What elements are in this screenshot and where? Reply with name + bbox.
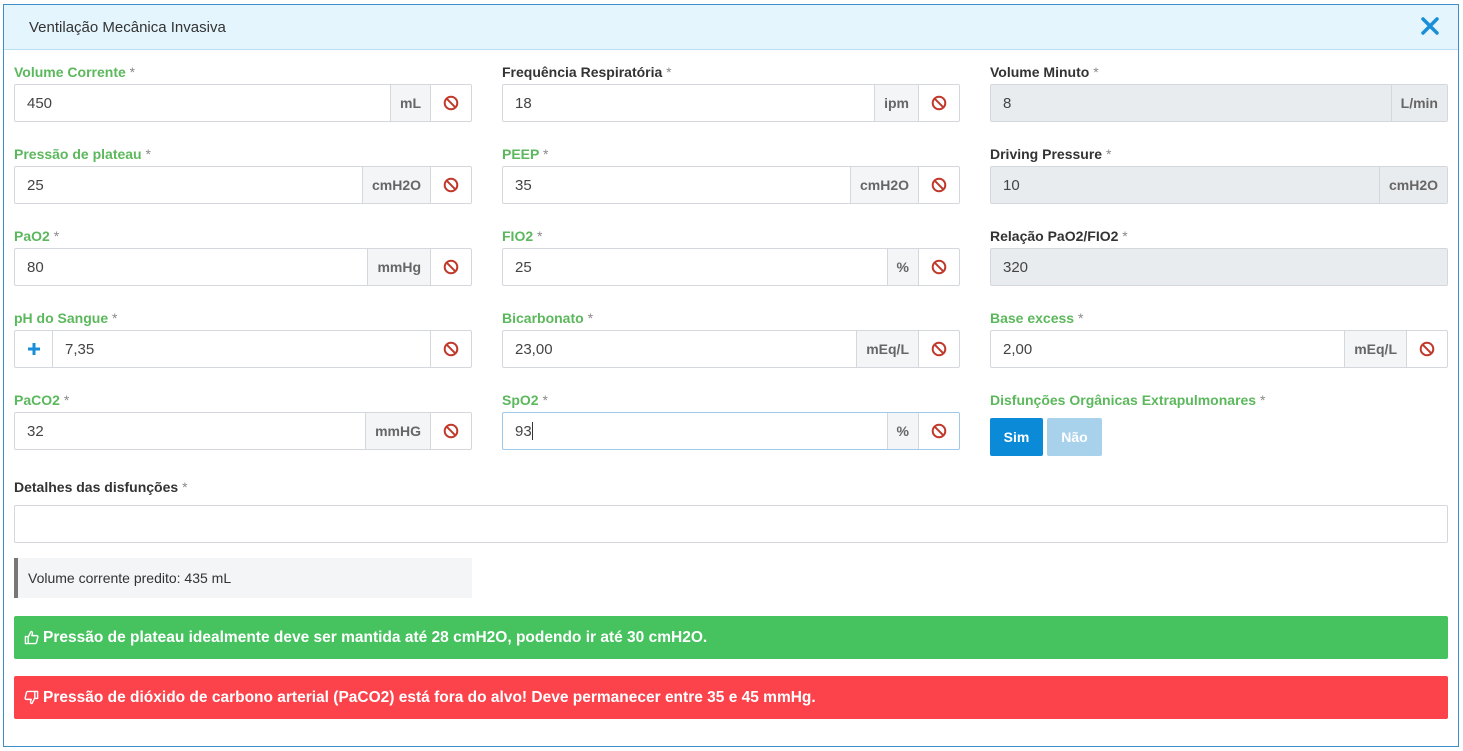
spo2-input[interactable]: 93 <box>515 423 532 440</box>
clear-spo2-button[interactable] <box>918 413 959 449</box>
ban-icon <box>1419 341 1435 357</box>
field-peep: PEEP * 35 cmH2O <box>502 146 960 206</box>
nao-button[interactable]: Não <box>1047 418 1102 456</box>
alert-success: Pressão de plateau idealmente deve ser m… <box>14 616 1448 659</box>
unit-cmh2o: cmH2O <box>849 167 918 203</box>
ph-input[interactable]: 7,35 <box>53 331 430 367</box>
volume-minuto-input: 8 <box>1003 94 1012 112</box>
label-driving-pressure: Driving Pressure <box>990 146 1103 162</box>
field-frequencia: Frequência Respiratória * 18 ipm <box>502 64 960 124</box>
field-volume-minuto: Volume Minuto * 8 L/min <box>990 64 1448 124</box>
label-volume-minuto: Volume Minuto <box>990 64 1090 80</box>
pressao-plateau-input[interactable]: 25 <box>15 167 362 203</box>
driving-pressure-input: 10 <box>1003 176 1020 194</box>
alert-danger: Pressão de dióxido de carbono arterial (… <box>14 676 1448 719</box>
clear-pressao-plateau-button[interactable] <box>430 167 471 203</box>
label-disfuncoes: Disfunções Orgânicas Extrapulmonares <box>990 392 1257 408</box>
bicarbonato-input[interactable]: 23,00 <box>503 331 856 367</box>
thumbs-down-icon <box>24 690 39 705</box>
label-peep: PEEP <box>502 146 540 162</box>
field-volume-corrente: Volume Corrente * 450 mL <box>14 64 472 124</box>
modal-panel: Ventilação Mecânica Invasiva Volume Corr… <box>3 4 1459 747</box>
ph-add-button[interactable] <box>15 331 53 367</box>
field-bicarbonato: Bicarbonato * 23,00 mEq/L <box>502 310 960 370</box>
ban-icon <box>443 423 459 439</box>
clear-peep-button[interactable] <box>918 167 959 203</box>
frequencia-input[interactable]: 18 <box>503 85 874 121</box>
clear-frequencia-button[interactable] <box>918 85 959 121</box>
field-disfuncoes: Disfunções Orgânicas Extrapulmonares * S… <box>990 392 1448 456</box>
panel-title: Ventilação Mecânica Invasiva <box>29 19 226 36</box>
clear-fio2-button[interactable] <box>918 249 959 285</box>
clear-base-excess-button[interactable] <box>1406 331 1447 367</box>
field-pao2: PaO2 * 80 mmHg <box>14 228 472 288</box>
field-base-excess: Base excess * 2,00 mEq/L <box>990 310 1448 370</box>
unit-percent: % <box>886 249 918 285</box>
label-paco2: PaCO2 <box>14 392 60 408</box>
alert-danger-text: Pressão de dióxido de carbono arterial (… <box>43 688 816 706</box>
label-relacao: Relação PaO2/FIO2 <box>990 228 1119 244</box>
field-spo2: SpO2 * 93 % <box>502 392 960 452</box>
field-relacao: Relação PaO2/FIO2 * 320 <box>990 228 1448 288</box>
label-bicarbonato: Bicarbonato <box>502 310 584 326</box>
field-pressao-plateau: Pressão de plateau * 25 cmH2O <box>14 146 472 206</box>
sim-button[interactable]: Sim <box>990 418 1043 456</box>
info-value: 435 mL <box>184 570 232 586</box>
detalhes-input[interactable] <box>15 506 1447 542</box>
plus-icon <box>27 343 40 355</box>
label-ph: pH do Sangue <box>14 310 109 326</box>
relacao-input: 320 <box>1003 258 1029 276</box>
ban-icon <box>931 95 947 111</box>
unit-lmin: L/min <box>1390 85 1447 121</box>
peep-input[interactable]: 35 <box>503 167 850 203</box>
field-driving-pressure: Driving Pressure * 10 cmH2O <box>990 146 1448 206</box>
close-icon[interactable] <box>1419 15 1441 37</box>
ban-icon <box>443 95 459 111</box>
field-fio2: FIO2 * 25 % <box>502 228 960 288</box>
label-spo2: SpO2 <box>502 392 539 408</box>
paco2-input[interactable]: 32 <box>15 413 365 449</box>
clear-bicarbonato-button[interactable] <box>918 331 959 367</box>
clear-volume-corrente-button[interactable] <box>430 85 471 121</box>
fio2-input[interactable]: 25 <box>503 249 887 285</box>
ban-icon <box>931 259 947 275</box>
clear-paco2-button[interactable] <box>430 413 471 449</box>
panel-header: Ventilação Mecânica Invasiva <box>4 5 1458 50</box>
unit-mmhg: mmHg <box>367 249 430 285</box>
label-base-excess: Base excess <box>990 310 1075 326</box>
base-excess-input[interactable]: 2,00 <box>991 331 1344 367</box>
alert-success-text: Pressão de plateau idealmente deve ser m… <box>43 628 708 646</box>
unit-ml: mL <box>390 85 430 121</box>
unit-percent: % <box>886 413 918 449</box>
label-pressao-plateau: Pressão de plateau <box>14 146 142 162</box>
unit-meql: mEq/L <box>1344 331 1406 367</box>
pao2-input[interactable]: 80 <box>15 249 367 285</box>
thumbs-up-icon <box>24 630 39 645</box>
ban-icon <box>443 259 459 275</box>
ban-icon <box>931 423 947 439</box>
ban-icon <box>443 177 459 193</box>
field-paco2: PaCO2 * 32 mmHG <box>14 392 472 452</box>
field-ph: pH do Sangue * 7,35 <box>14 310 472 370</box>
unit-ipm: ipm <box>874 85 918 121</box>
text-cursor <box>531 422 533 440</box>
unit-mmhg: mmHG <box>365 413 430 449</box>
label-pao2: PaO2 <box>14 228 50 244</box>
ban-icon <box>443 341 459 357</box>
field-detalhes: Detalhes das disfunções * <box>14 479 1448 543</box>
label-fio2: FIO2 <box>502 228 534 244</box>
unit-cmh2o: cmH2O <box>361 167 430 203</box>
label-volume-corrente: Volume Corrente <box>14 64 126 80</box>
info-label: Volume corrente predito: <box>28 570 181 586</box>
info-volume-predito: Volume corrente predito: 435 mL <box>14 558 472 598</box>
unit-cmh2o: cmH2O <box>1378 167 1447 203</box>
clear-ph-button[interactable] <box>430 331 471 367</box>
label-frequencia: Frequência Respiratória <box>502 64 663 80</box>
clear-pao2-button[interactable] <box>430 249 471 285</box>
label-detalhes: Detalhes das disfunções <box>14 479 179 495</box>
ban-icon <box>931 341 947 357</box>
volume-corrente-input[interactable]: 450 <box>15 85 390 121</box>
unit-meql: mEq/L <box>856 331 918 367</box>
ban-icon <box>931 177 947 193</box>
